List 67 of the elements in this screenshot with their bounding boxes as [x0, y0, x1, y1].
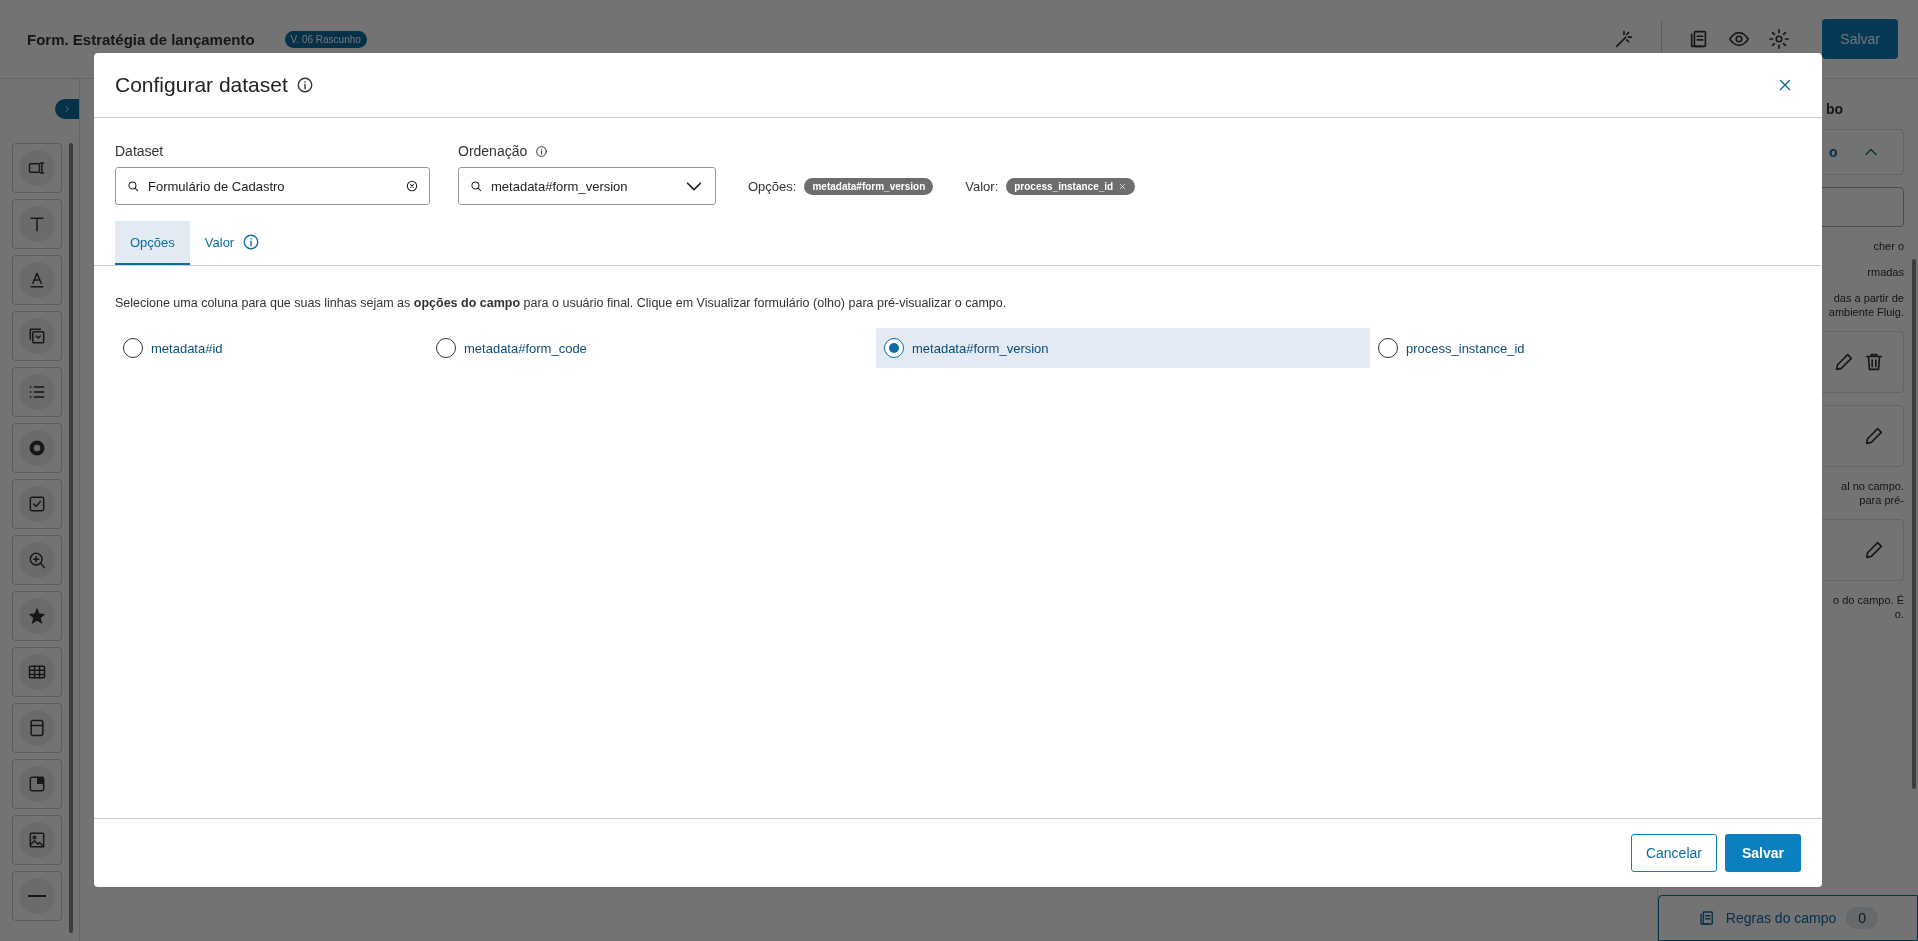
radio-icon — [27, 438, 47, 458]
zoom-in-icon — [27, 550, 47, 570]
value-chip: process_instance_id — [1006, 177, 1136, 195]
tool-button[interactable] — [12, 311, 62, 361]
tool-button[interactable] — [12, 423, 62, 473]
ordering-dropdown[interactable]: metadata#form_version — [458, 167, 716, 205]
options-chip: metadata#form_version — [804, 177, 934, 195]
tool-button[interactable] — [12, 367, 62, 417]
settings-icon — [1768, 28, 1791, 50]
trash-icon — [1863, 351, 1885, 373]
document-icon — [1697, 909, 1716, 927]
help-text: das a partir de ambiente Fluig. — [1828, 291, 1904, 319]
table-icon — [27, 662, 47, 682]
tool-button[interactable] — [12, 759, 62, 809]
column-radio[interactable]: metadata#id — [115, 328, 428, 368]
star-icon — [27, 606, 47, 626]
tool-button[interactable] — [12, 703, 62, 753]
search-icon — [126, 179, 140, 193]
dropdown-icon — [27, 326, 47, 346]
cancel-button[interactable]: Cancelar — [1630, 834, 1717, 872]
chip-label: Opções: — [748, 178, 797, 194]
image-icon — [27, 830, 47, 850]
checkbox-icon — [27, 494, 47, 514]
column-radio[interactable]: metadata#form_code — [428, 328, 876, 368]
tool-button[interactable] — [12, 591, 62, 641]
tool-button[interactable] — [12, 535, 62, 585]
panel-icon — [27, 718, 47, 738]
tool-button[interactable] — [12, 647, 62, 697]
tool-button[interactable] — [12, 143, 62, 193]
remove-chip-button[interactable] — [1118, 181, 1128, 191]
expand-button[interactable] — [55, 99, 79, 119]
dialog-title: Configurar dataset — [115, 73, 288, 97]
letter-icon — [27, 270, 47, 290]
tool-button[interactable] — [12, 815, 62, 865]
count-badge: 0 — [1846, 907, 1879, 929]
scrollbar[interactable] — [69, 143, 73, 933]
chip-label: Valor: — [965, 178, 999, 194]
tab[interactable]: Opções — [115, 221, 190, 265]
divider-icon — [28, 895, 46, 897]
info-icon — [295, 76, 314, 94]
clear-icon — [405, 179, 419, 193]
scrollbar[interactable] — [1912, 259, 1916, 789]
dataset-field[interactable]: Formulário de Cadastro — [115, 167, 430, 205]
save-button[interactable]: Salvar — [1724, 834, 1801, 872]
frame-icon — [27, 774, 47, 794]
version-badge: V. 06 Rascunho — [284, 30, 367, 48]
field-label: Dataset — [115, 143, 165, 159]
tab[interactable]: Valor — [189, 221, 276, 265]
tool-button[interactable] — [12, 479, 62, 529]
help-text: al no campo. para pré- — [1841, 479, 1904, 507]
panel-heading: bo — [1825, 101, 1845, 117]
instructions-text: Selecione uma coluna para que suas linhas sejam as opções do campo para o usuário final. Clique em Visualizar formulário (olho) para pré-visualizar o campo. — [114, 295, 1008, 310]
pencil-icon — [1833, 351, 1855, 373]
close-icon — [1118, 181, 1128, 191]
help-text: cher o — [1873, 239, 1904, 253]
help-text: o do campo. É o. — [1833, 593, 1904, 621]
info-icon — [535, 144, 549, 158]
search-icon — [469, 179, 483, 193]
pencil-icon — [1863, 539, 1885, 561]
tool-button[interactable] — [12, 255, 62, 305]
column-radio[interactable]: metadata#form_version — [876, 328, 1370, 368]
field-label: Ordenação — [458, 143, 528, 159]
info-icon — [242, 233, 261, 251]
column-radio[interactable]: process_instance_id — [1370, 328, 1801, 368]
pencil-icon — [1863, 425, 1885, 447]
help-text: rmadas — [1867, 265, 1904, 279]
form-title: Form. Estratégia de lançamento — [27, 30, 255, 48]
